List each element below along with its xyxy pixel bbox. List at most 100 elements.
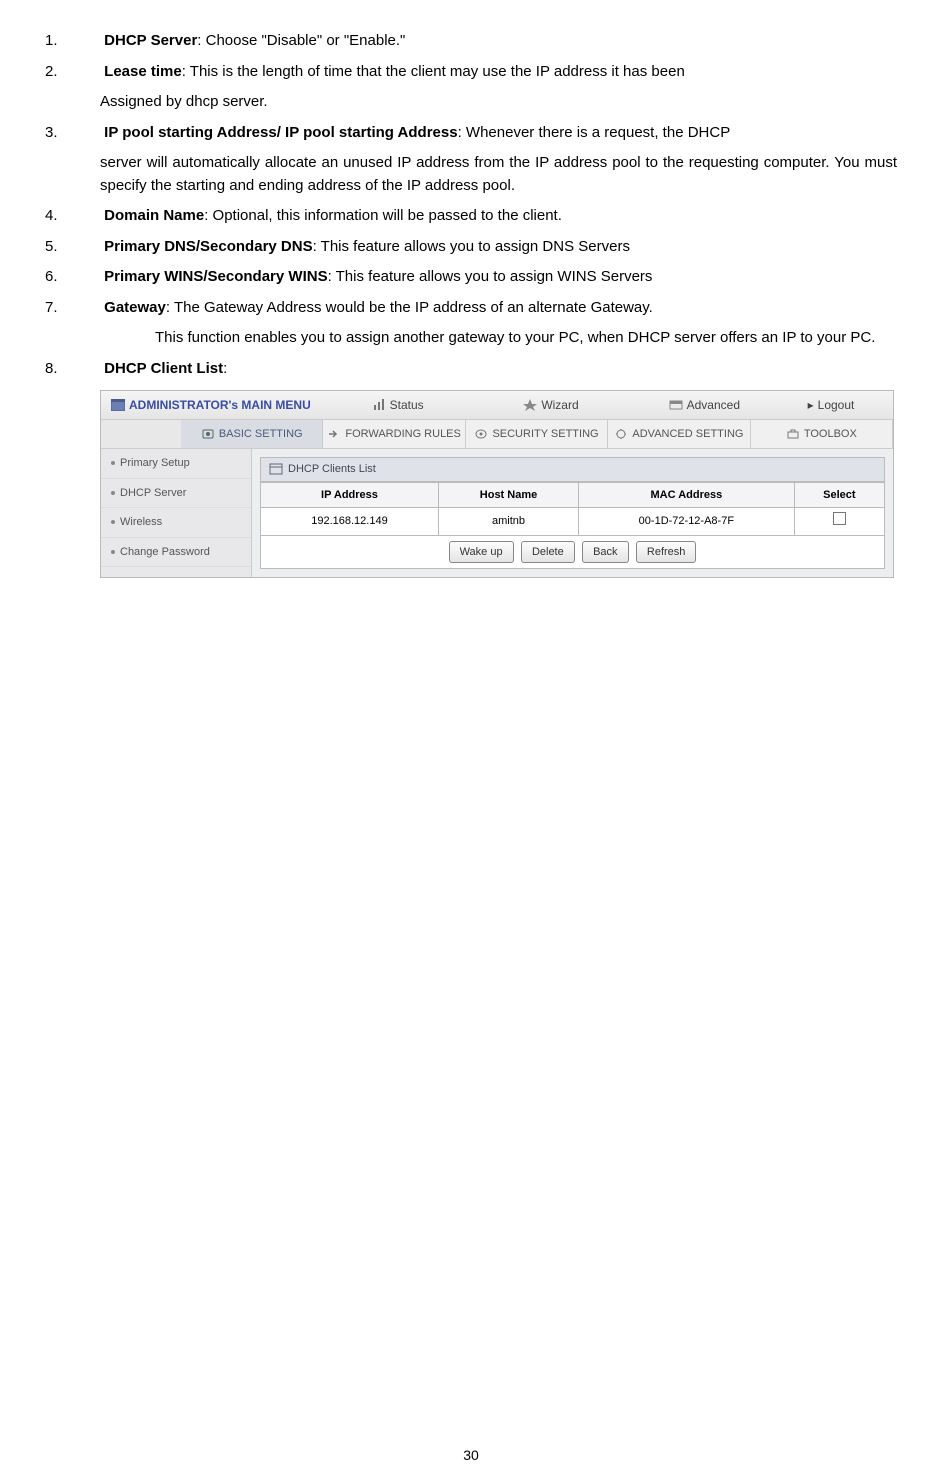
- top-menu: ADMINISTRATOR's MAIN MENU Status Wizard …: [101, 391, 893, 420]
- content-panel: DHCP Clients List IP Address Host Name M…: [252, 449, 893, 577]
- label-bold: DHCP Server: [104, 32, 197, 49]
- item-number: 4.: [45, 205, 100, 228]
- sidebar: Primary Setup DHCP Server Wireless Chang…: [101, 449, 252, 577]
- advanced-setting-icon: [614, 428, 628, 440]
- item-text: Lease time: This is the length of time t…: [104, 63, 685, 80]
- list-item-5: 5. Primary DNS/Secondary DNS: This featu…: [45, 236, 897, 259]
- submenu-toolbox-label: TOOLBOX: [804, 426, 857, 443]
- window-icon: [111, 399, 125, 411]
- sidebar-label: DHCP Server: [120, 485, 186, 502]
- item-number: 5.: [45, 236, 100, 259]
- security-icon: [474, 428, 488, 440]
- item-text: Primary WINS/Secondary WINS: This featur…: [104, 268, 652, 285]
- wizard-icon: [523, 399, 537, 411]
- label-rest: : This feature allows you to assign DNS …: [313, 238, 630, 255]
- submenu-toolbox[interactable]: TOOLBOX: [751, 420, 893, 448]
- item-number: 7.: [45, 297, 100, 320]
- sub-menu: BASIC SETTING FORWARDING RULES SECURITY …: [101, 420, 893, 449]
- menu-logout-label: Logout: [818, 396, 855, 414]
- sidebar-label: Change Password: [120, 544, 210, 561]
- cell-ip: 192.168.12.149: [261, 508, 439, 536]
- label-bold: IP pool starting Address/ IP pool starti…: [104, 124, 457, 141]
- item-number: 6.: [45, 266, 100, 289]
- panel-title-text: DHCP Clients List: [288, 461, 376, 478]
- page-number: 30: [0, 1445, 942, 1466]
- sidebar-label: Primary Setup: [120, 455, 190, 472]
- submenu-security[interactable]: SECURITY SETTING: [466, 420, 608, 448]
- sidebar-item-dhcp-server[interactable]: DHCP Server: [101, 479, 251, 509]
- item-number: 2.: [45, 61, 100, 84]
- label-bold: Primary DNS/Secondary DNS: [104, 238, 312, 255]
- item-text: Gateway: The Gateway Address would be th…: [104, 299, 653, 316]
- sidebar-item-change-password[interactable]: Change Password: [101, 538, 251, 568]
- clients-table: IP Address Host Name MAC Address Select …: [260, 482, 885, 536]
- submenu-forwarding-label: FORWARDING RULES: [345, 426, 461, 443]
- menu-status-label: Status: [390, 396, 424, 414]
- cell-mac: 00-1D-72-12-A8-7F: [579, 508, 795, 536]
- back-button[interactable]: Back: [582, 541, 628, 564]
- table-header-row: IP Address Host Name MAC Address Select: [261, 482, 885, 508]
- submenu-security-label: SECURITY SETTING: [492, 426, 598, 443]
- toolbox-icon: [786, 428, 800, 440]
- menu-logout[interactable]: ▸ Logout: [781, 396, 893, 414]
- status-icon: [372, 399, 386, 411]
- label-rest: : This feature allows you to assign WINS…: [328, 268, 653, 285]
- label-rest: : The Gateway Address would be the IP ad…: [166, 299, 653, 316]
- item-7-sub: This function enables you to assign anot…: [155, 327, 897, 350]
- label-bold: Primary WINS/Secondary WINS: [104, 268, 327, 285]
- basic-setting-icon: [201, 428, 215, 440]
- refresh-button[interactable]: Refresh: [636, 541, 697, 564]
- menu-advanced-label: Advanced: [687, 396, 740, 414]
- cell-host: amitnb: [438, 508, 578, 536]
- submenu-basic-label: BASIC SETTING: [219, 426, 303, 443]
- item-text: Domain Name: Optional, this information …: [104, 207, 562, 224]
- menu-advanced[interactable]: Advanced: [628, 396, 781, 414]
- item-text: IP pool starting Address/ IP pool starti…: [104, 124, 730, 141]
- button-row: Wake up Delete Back Refresh: [260, 536, 885, 570]
- list-icon: [269, 463, 283, 475]
- th-ip: IP Address: [261, 482, 439, 508]
- forwarding-icon: [327, 428, 341, 440]
- item-text: DHCP Server: Choose "Disable" or "Enable…: [104, 32, 405, 49]
- admin-main-menu-label: ADMINISTRATOR's MAIN MENU: [101, 396, 321, 414]
- list-item-4: 4. Domain Name: Optional, this informati…: [45, 205, 897, 228]
- menu-status[interactable]: Status: [321, 396, 474, 414]
- advanced-icon: [669, 399, 683, 411]
- cell-select: [794, 508, 884, 536]
- label-bold: Gateway: [104, 299, 166, 316]
- dhcp-clients-screenshot: ADMINISTRATOR's MAIN MENU Status Wizard …: [100, 390, 894, 578]
- table-row: 192.168.12.149 amitnb 00-1D-72-12-A8-7F: [261, 508, 885, 536]
- label-rest: :: [223, 360, 227, 377]
- item-number: 3.: [45, 122, 100, 145]
- item-number: 1.: [45, 30, 100, 53]
- wake-up-button[interactable]: Wake up: [449, 541, 514, 564]
- submenu-advanced[interactable]: ADVANCED SETTING: [608, 420, 750, 448]
- th-mac: MAC Address: [579, 482, 795, 508]
- th-select: Select: [794, 482, 884, 508]
- list-item-7: 7. Gateway: The Gateway Address would be…: [45, 297, 897, 320]
- th-host: Host Name: [438, 482, 578, 508]
- body-area: Primary Setup DHCP Server Wireless Chang…: [101, 449, 893, 577]
- list-item-3: 3. IP pool starting Address/ IP pool sta…: [45, 122, 897, 145]
- label-bold: Lease time: [104, 63, 182, 80]
- submenu-advanced-label: ADVANCED SETTING: [632, 426, 743, 443]
- list-item-1: 1. DHCP Server: Choose "Disable" or "Ena…: [45, 30, 897, 53]
- label-rest: : Whenever there is a request, the DHCP: [458, 124, 731, 141]
- menu-wizard[interactable]: Wizard: [474, 396, 627, 414]
- delete-button[interactable]: Delete: [521, 541, 575, 564]
- sidebar-item-wireless[interactable]: Wireless: [101, 508, 251, 538]
- list-item-6: 6. Primary WINS/Secondary WINS: This fea…: [45, 266, 897, 289]
- select-checkbox[interactable]: [833, 512, 846, 525]
- label-bold: DHCP Client List: [104, 360, 223, 377]
- item-text: DHCP Client List:: [104, 360, 227, 377]
- submenu-basic[interactable]: BASIC SETTING: [181, 420, 323, 448]
- item-3-continuation: server will automatically allocate an un…: [100, 152, 897, 197]
- panel-title: DHCP Clients List: [260, 457, 885, 482]
- sidebar-item-primary-setup[interactable]: Primary Setup: [101, 449, 251, 479]
- sidebar-label: Wireless: [120, 514, 162, 531]
- submenu-spacer: [101, 420, 181, 448]
- label-rest: : Optional, this information will be pas…: [204, 207, 562, 224]
- label-rest: : Choose "Disable" or "Enable.": [197, 32, 405, 49]
- submenu-forwarding[interactable]: FORWARDING RULES: [323, 420, 465, 448]
- list-item-8: 8. DHCP Client List:: [45, 358, 897, 381]
